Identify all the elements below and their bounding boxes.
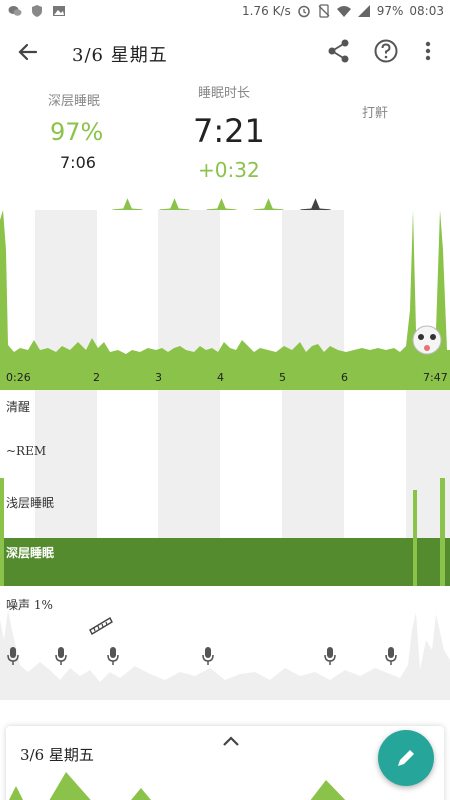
hour-stripe	[35, 210, 97, 360]
share-icon[interactable]	[326, 38, 352, 64]
page-title: 3/6 星期五	[72, 45, 168, 66]
axis-tick-label: 3	[155, 371, 162, 384]
panda-mascot-icon	[412, 325, 442, 355]
help-icon[interactable]	[373, 38, 399, 64]
hour-stripe	[158, 210, 220, 360]
axis-tick-label: 6	[341, 371, 348, 384]
hour-stripe	[282, 390, 344, 540]
stage-spike	[0, 478, 4, 586]
microphone-icon[interactable]	[6, 646, 20, 668]
status-bar: 1.76 K/s 97% 08:03	[0, 0, 450, 24]
deep-sleep-band	[0, 538, 450, 586]
stage-awake-label: 清醒	[6, 400, 31, 414]
hour-stripe	[282, 210, 344, 360]
saw-snore-icon[interactable]	[88, 614, 114, 636]
card-mini-chart	[9, 772, 346, 800]
axis-tick-label: 4	[217, 371, 224, 384]
app-bar: 3/6 星期五	[0, 28, 450, 76]
axis-tick-label: 2	[93, 371, 100, 384]
hour-stripe	[35, 390, 97, 540]
sleep-charts	[0, 210, 450, 700]
duration-label: 睡眠时长	[198, 86, 251, 101]
image-icon	[53, 6, 65, 16]
duration-value: 7:21	[193, 112, 265, 150]
stage-spike	[413, 490, 417, 586]
deep-sleep-label: 深层睡眠	[48, 94, 101, 109]
microphone-icon[interactable]	[201, 646, 215, 668]
hour-stripe	[158, 390, 220, 540]
back-arrow-icon[interactable]	[14, 38, 42, 66]
no-sim-icon	[318, 4, 330, 18]
axis-tick-label: 0:26	[6, 371, 31, 384]
card-title: 3/6 星期五	[20, 746, 94, 764]
sleep-record-screen: 1.76 K/s 97% 08:03 3/6 星期五 深层睡眠 97% 7:06…	[0, 0, 450, 800]
deep-sleep-percent: 97%	[50, 118, 104, 146]
microphone-icon[interactable]	[106, 646, 120, 668]
stage-rem-label: ~REM	[6, 444, 47, 458]
snore-label: 打鼾	[362, 106, 389, 121]
wifi-icon	[336, 6, 351, 17]
axis-tick-label: 7:47	[423, 371, 448, 384]
wechat-icon	[8, 6, 22, 16]
edit-fab-button[interactable]	[378, 730, 434, 786]
more-options-icon[interactable]	[418, 38, 438, 64]
microphone-icon[interactable]	[323, 646, 337, 668]
signal-icon	[357, 5, 370, 17]
noise-label: 噪声 1%	[6, 598, 53, 612]
chevron-up-icon[interactable]	[220, 734, 242, 748]
stage-deep-label: 深层睡眠	[6, 546, 55, 560]
axis-tick-label: 5	[279, 371, 286, 384]
pencil-icon	[398, 750, 414, 766]
microphone-icon[interactable]	[54, 646, 68, 668]
shield-icon	[32, 5, 42, 17]
stage-light-label: 浅层睡眠	[6, 496, 55, 510]
duration-diff: +0:32	[198, 158, 260, 182]
clock: 08:03	[409, 4, 444, 18]
alarm-icon	[297, 5, 310, 18]
network-speed: 1.76 K/s	[242, 4, 291, 18]
deep-sleep-time: 7:06	[60, 153, 96, 172]
stage-spike	[440, 478, 445, 586]
battery-percent: 97%	[376, 4, 404, 18]
microphone-icon[interactable]	[384, 646, 398, 668]
